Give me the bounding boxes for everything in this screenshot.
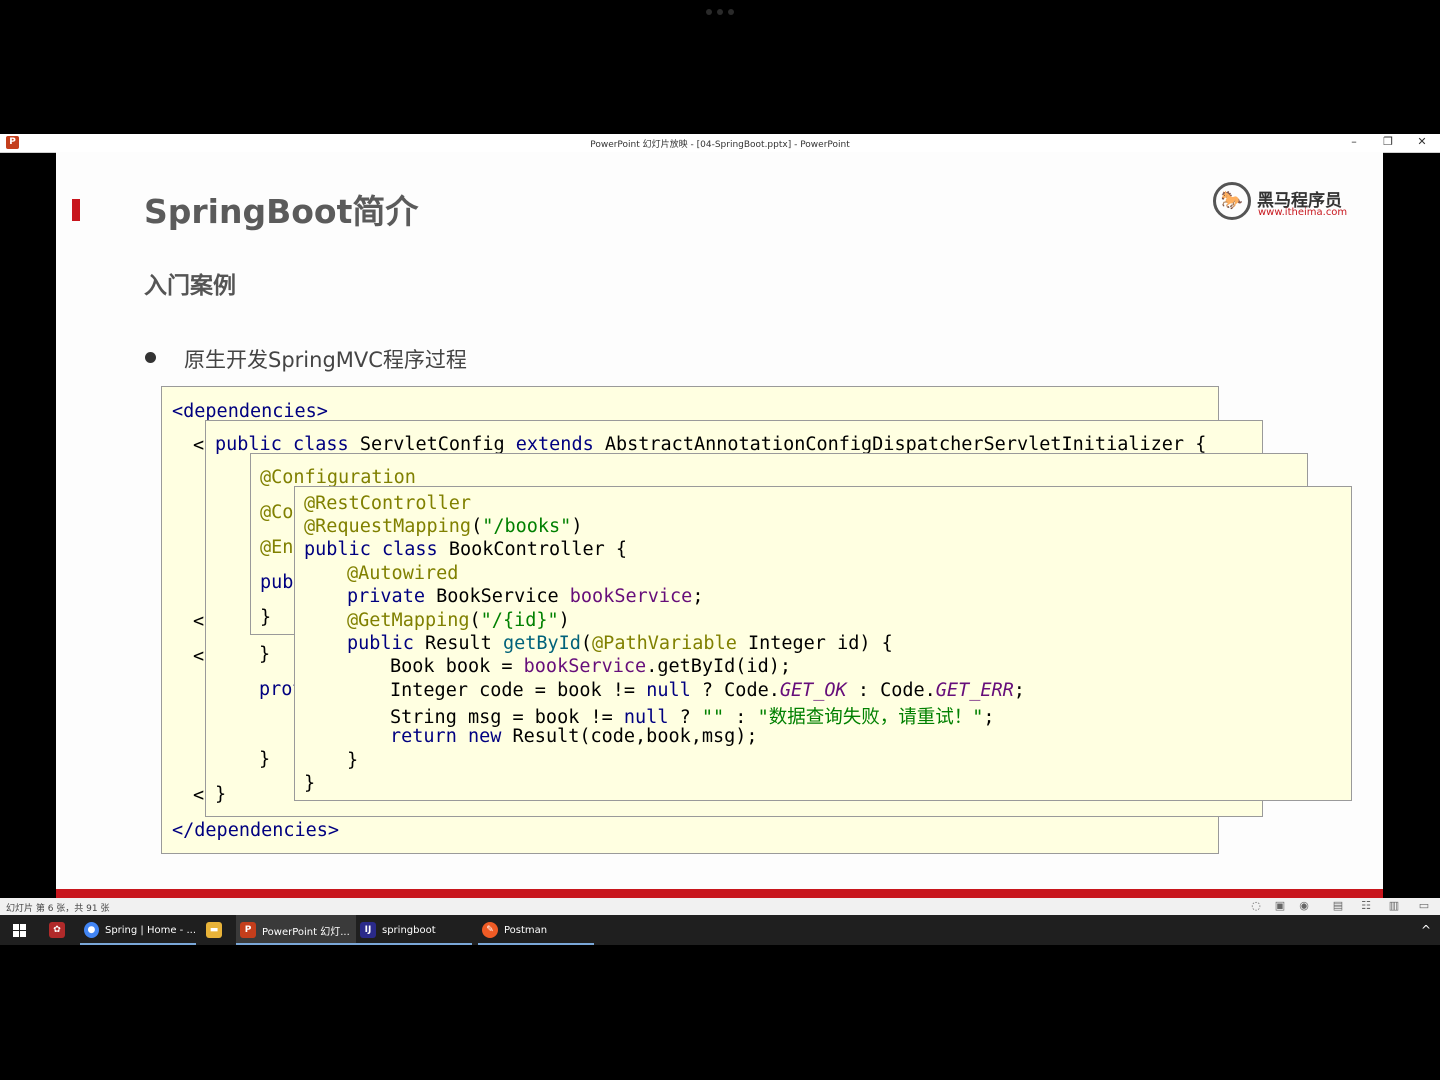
window-title: PowerPoint 幻灯片放映 - [04-SpringBoot.pptx] … — [590, 140, 850, 150]
code-fragment: < — [193, 435, 205, 456]
minimize-button[interactable]: – — [1342, 135, 1366, 148]
taskbar-item-label: springboot — [382, 924, 436, 936]
postman-icon: ✎ — [482, 922, 498, 938]
code-line: private BookService bookService; — [347, 586, 704, 607]
status-control-icon[interactable]: ◌ — [1246, 899, 1266, 912]
status-control-icon[interactable]: ▤ — [1328, 899, 1348, 912]
code-fragment: @Co — [260, 502, 294, 523]
taskbar-item-postman[interactable]: ✎ Postman — [478, 915, 594, 945]
slide-counter: 幻灯片 第 6 张，共 91 张 — [6, 904, 110, 914]
code-line: return new Result(code,book,msg); — [390, 726, 758, 747]
folder-icon: ▬ — [206, 922, 222, 938]
code-line: public class BookController { — [304, 539, 628, 560]
taskbar-item-label: PowerPoint 幻灯... — [262, 926, 350, 938]
status-control-icon[interactable]: ▥ — [1384, 899, 1404, 912]
taskbar: ✿ ● Spring | Home - ... ▬ P PowerPoint 幻… — [0, 915, 1440, 945]
code-line: Integer code = book != null ? Code.GET_O… — [390, 680, 1025, 701]
code-line: @RequestMapping("/books") — [304, 516, 583, 537]
book-controller-panel: @RestController @RequestMapping("/books"… — [294, 486, 1352, 801]
status-control-icon[interactable]: ▭ — [1414, 899, 1434, 912]
horse-logo-icon: 🐎 — [1213, 182, 1251, 220]
code-fragment: pub — [260, 572, 294, 593]
code-line: Book book = bookService.getById(id); — [390, 656, 791, 677]
code-line: } — [259, 749, 271, 770]
taskbar-item-intellij[interactable]: IJ springboot — [356, 915, 472, 945]
code-line: <dependencies> — [172, 401, 328, 422]
code-line: @RestController — [304, 493, 472, 514]
slide-title: SpringBoot简介 — [144, 192, 419, 231]
status-control-icon[interactable]: ▣ — [1270, 899, 1290, 912]
status-control-icon[interactable]: ◉ — [1294, 899, 1314, 912]
code-line: @Autowired — [347, 563, 459, 584]
code-fragment: < — [193, 611, 205, 632]
code-line: } — [304, 773, 316, 794]
status-control-icon[interactable]: ☷ — [1356, 899, 1376, 912]
chrome-icon: ● — [84, 922, 99, 938]
bullet-text: 原生开发SpringMVC程序过程 — [184, 348, 467, 372]
code-line: @Configuration — [260, 467, 416, 488]
intellij-icon: IJ — [360, 922, 376, 938]
code-line: </dependencies> — [172, 820, 340, 841]
code-fragment: < — [193, 785, 205, 806]
title-accent-bar — [72, 199, 80, 221]
restore-button[interactable]: ❐ — [1376, 135, 1400, 148]
code-line: public Result getById(@PathVariable Inte… — [347, 633, 893, 654]
taskbar-item-label: Spring | Home - ... — [104, 924, 196, 936]
slide-bottom-bar — [56, 889, 1383, 898]
code-line: @GetMapping("/{id}") — [347, 610, 570, 631]
code-fragment: < — [193, 646, 205, 667]
taskbar-item-explorer[interactable]: ▬ — [200, 915, 228, 945]
slide-subtitle: 入门案例 — [144, 273, 236, 299]
taskbar-item-label: Postman — [504, 924, 548, 936]
taskbar-item-chrome[interactable]: ● Spring | Home - ... — [80, 915, 196, 945]
window-titlebar: P PowerPoint 幻灯片放映 - [04-SpringBoot.pptx… — [0, 134, 1440, 153]
windows-icon[interactable] — [6, 915, 32, 945]
code-line: } — [347, 750, 359, 771]
code-fragment: @En — [260, 537, 294, 558]
code-line: } — [215, 784, 227, 805]
bullet-dot — [145, 352, 156, 363]
logo-url: www.itheima.com — [1258, 207, 1348, 218]
taskbar-item-powerpoint[interactable]: P PowerPoint 幻灯... — [236, 915, 356, 945]
statusbar: 幻灯片 第 6 张，共 91 张 ◌ ▣ ◉ ▤ ☷ ▥ ▭ — [0, 898, 1440, 915]
itheima-logo: 🐎 黑马程序员 www.itheima.com — [1213, 182, 1353, 224]
app-launcher-icon[interactable]: ✿ — [44, 915, 70, 945]
code-line: } — [260, 607, 272, 628]
close-button[interactable]: ✕ — [1410, 135, 1434, 148]
code-line: public class ServletConfig extends Abstr… — [215, 434, 1207, 455]
slide-canvas: SpringBoot简介 🐎 黑马程序员 www.itheima.com 入门案… — [56, 152, 1383, 892]
tray-chevron-icon[interactable]: ^ — [1418, 915, 1434, 945]
code-line: } — [259, 644, 271, 665]
powerpoint-icon: P — [240, 922, 256, 938]
camera-dots — [706, 9, 736, 17]
